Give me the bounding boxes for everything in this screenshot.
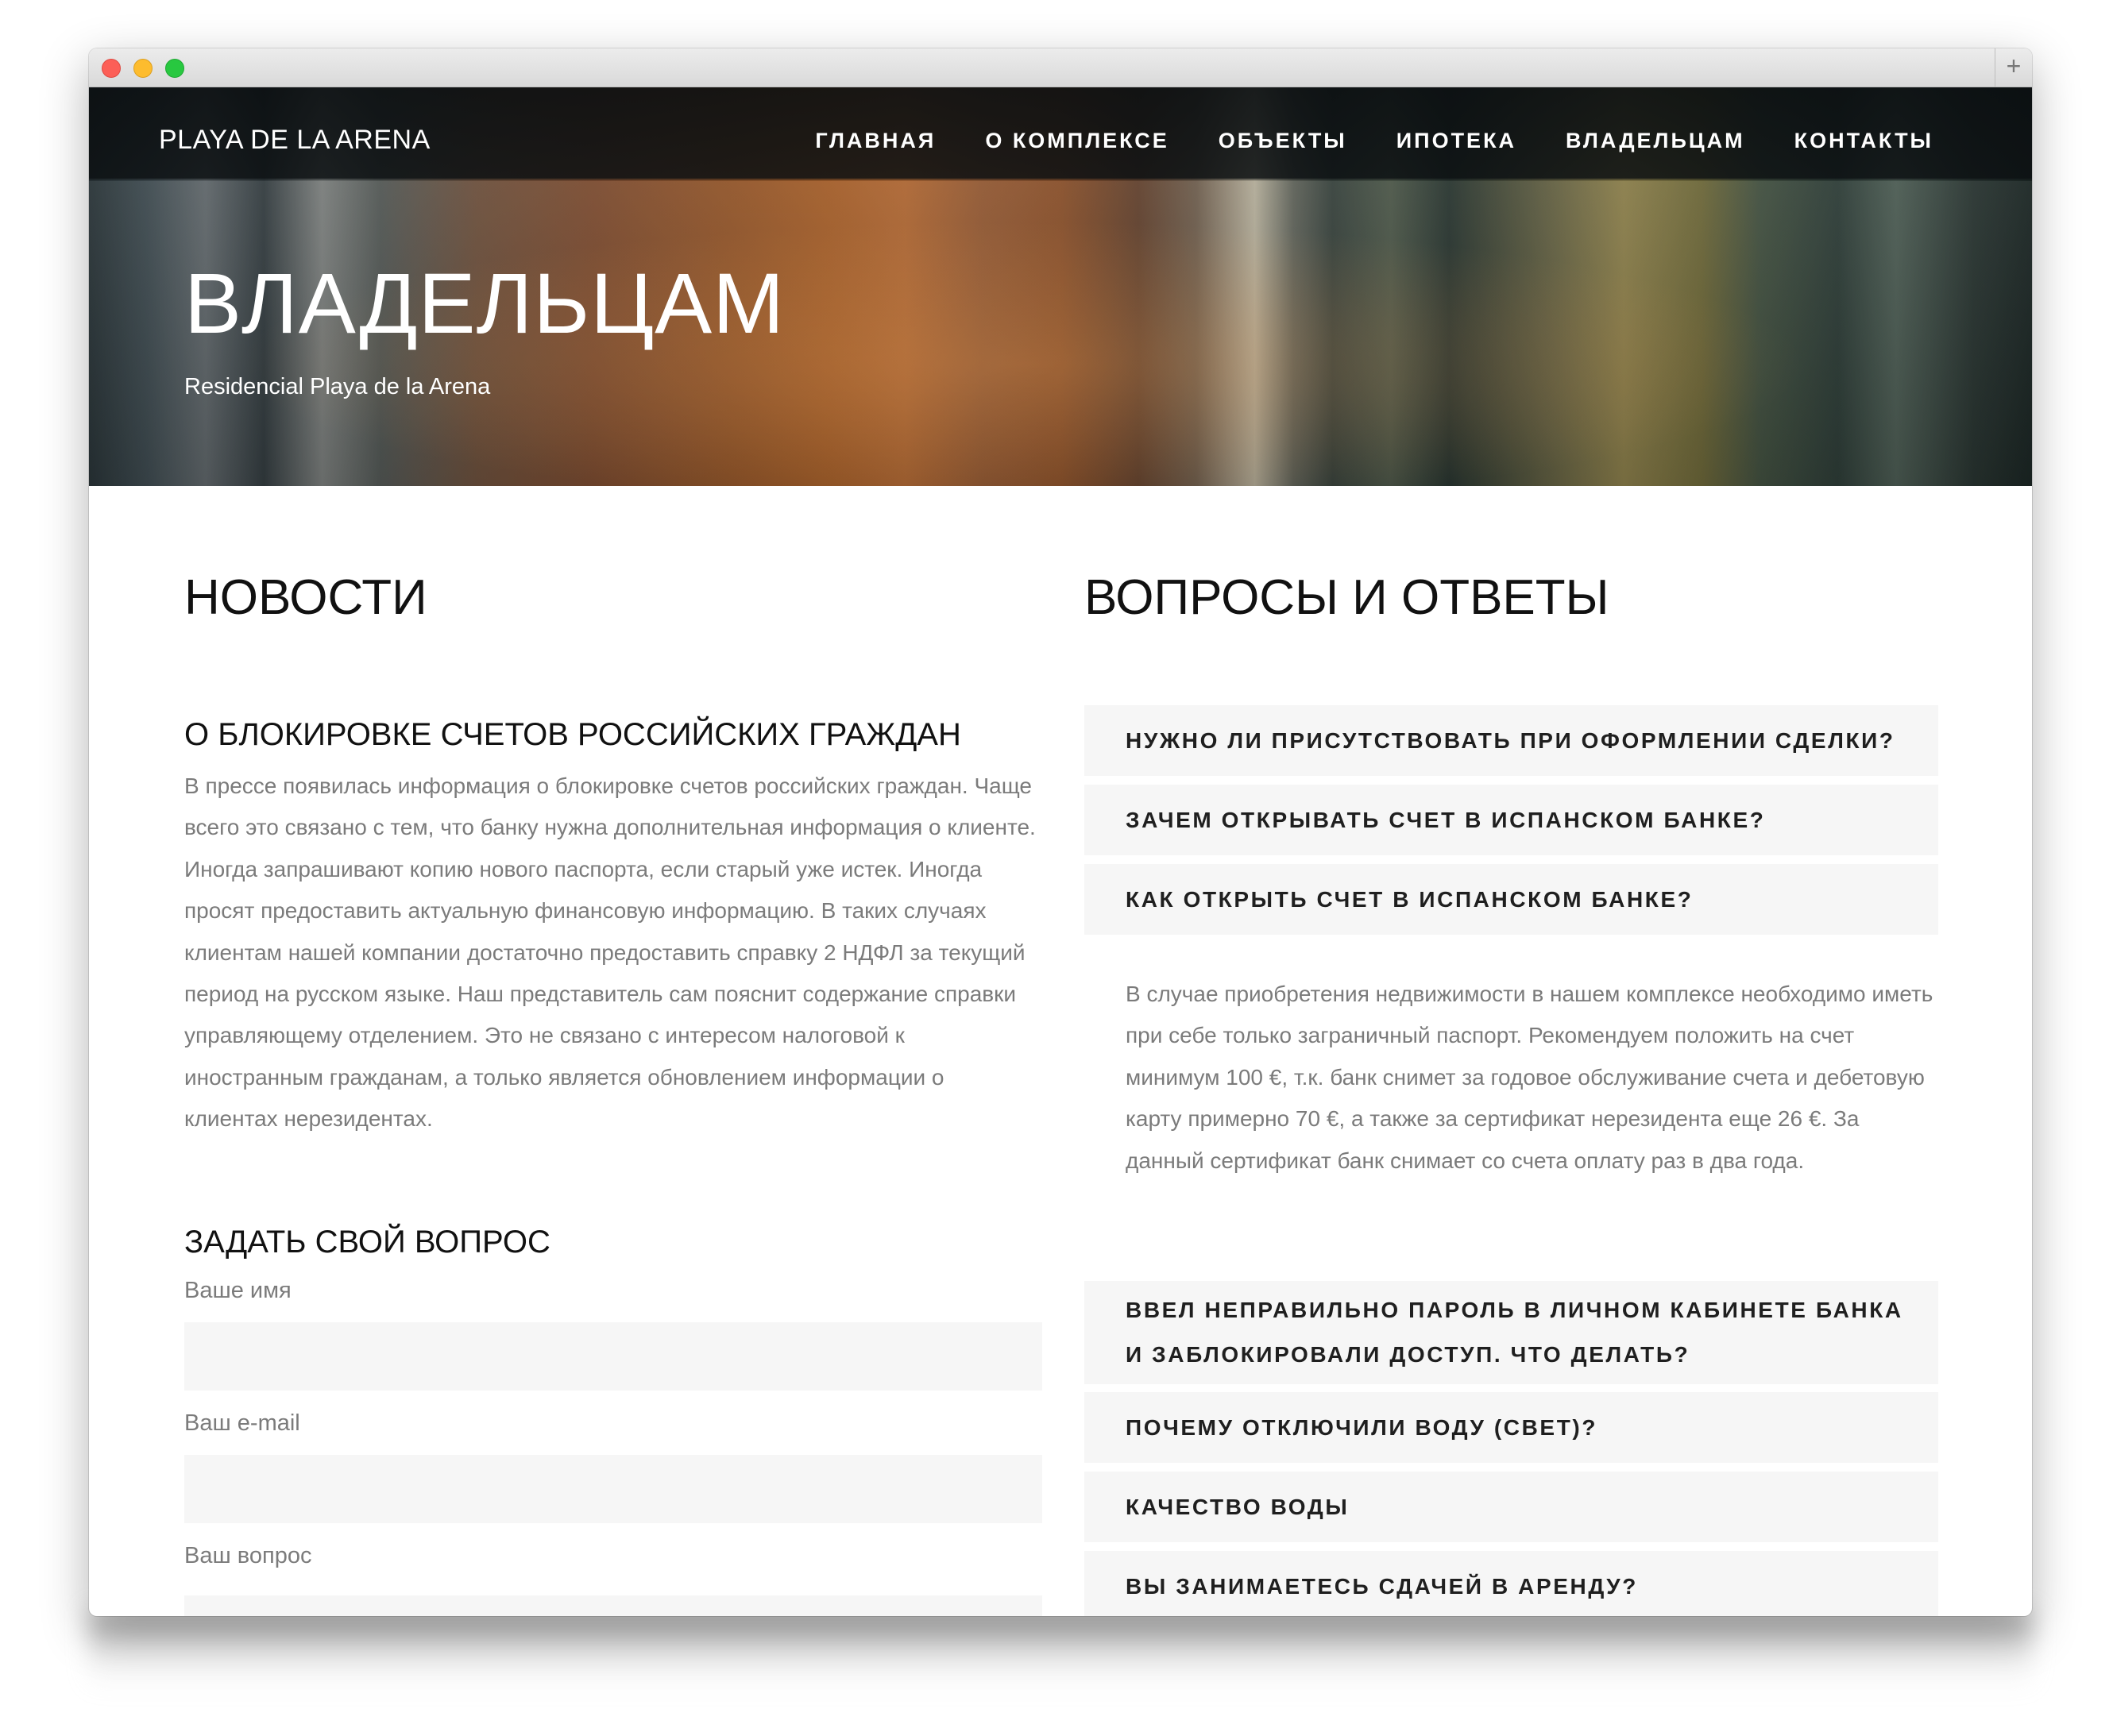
news-article-title[interactable]: О БЛОКИРОВКЕ СЧЕТОВ РОССИЙСКИХ ГРАЖДАН <box>184 717 961 753</box>
faq-section-title: ВОПРОСЫ И ОТВЕТЫ <box>1084 570 1609 625</box>
new-tab-plus-icon[interactable]: + <box>1995 48 2032 87</box>
close-window-icon[interactable] <box>102 59 121 78</box>
nav-item-home[interactable]: ГЛАВНАЯ <box>815 129 936 153</box>
faq-item[interactable]: ВЫ ЗАНИМАЕТЕСЬ СДАЧЕЙ В АРЕНДУ? <box>1084 1551 1938 1616</box>
maximize-window-icon[interactable] <box>165 59 184 78</box>
faq-column: ВОПРОСЫ И ОТВЕТЫ НУЖНО ЛИ ПРИСУТСТВОВАТЬ… <box>1084 569 1938 1616</box>
faq-item[interactable]: КАЧЕСТВО ВОДЫ <box>1084 1472 1938 1542</box>
window-shadow <box>89 1611 2032 1690</box>
page-subtitle: Residencial Playa de la Arena <box>184 374 491 399</box>
main-nav: ГЛАВНАЯ О КОМПЛЕКСЕ ОБЪЕКТЫ ИПОТЕКА ВЛАД… <box>766 129 1933 153</box>
window-titlebar: + <box>89 48 2032 87</box>
nav-item-contacts[interactable]: КОНТАКТЫ <box>1794 129 1933 153</box>
name-label: Ваше имя <box>184 1278 292 1303</box>
question-label: Ваш вопрос <box>184 1543 312 1568</box>
nav-item-objects[interactable]: ОБЪЕКТЫ <box>1219 129 1347 153</box>
minimize-window-icon[interactable] <box>133 59 153 78</box>
nav-item-complex[interactable]: О КОМПЛЕКСЕ <box>985 129 1169 153</box>
faq-answer-text: В случае приобретения недвижимости в наш… <box>1126 982 1933 1173</box>
page-title: ВЛАДЕЛЬЦАМ <box>184 255 786 351</box>
news-section-title: НОВОСТИ <box>184 570 427 625</box>
nav-item-owners[interactable]: ВЛАДЕЛЬЦАМ <box>1566 129 1745 153</box>
faq-question: ВВЕЛ НЕПРАВИЛЬНО ПАРОЛЬ В ЛИЧНОМ КАБИНЕТ… <box>1126 1298 1903 1367</box>
question-textarea[interactable] <box>184 1595 1042 1616</box>
email-label: Ваш e-mail <box>184 1410 300 1436</box>
news-column: НОВОСТИ О БЛОКИРОВКЕ СЧЕТОВ РОССИЙСКИХ Г… <box>184 569 1042 1616</box>
faq-question: ЗАЧЕМ ОТКРЫВАТЬ СЧЕТ В ИСПАНСКОМ БАНКЕ? <box>1126 807 1766 832</box>
faq-question: КАЧЕСТВО ВОДЫ <box>1126 1494 1350 1519</box>
nav-item-mortgage[interactable]: ИПОТЕКА <box>1396 129 1516 153</box>
ask-question-title: ЗАДАТЬ СВОЙ ВОПРОС <box>184 1225 550 1260</box>
news-article-text: В прессе появилась информация о блокиров… <box>184 773 1036 1132</box>
faq-item[interactable]: ВВЕЛ НЕПРАВИЛЬНО ПАРОЛЬ В ЛИЧНОМ КАБИНЕТ… <box>1084 1281 1938 1384</box>
faq-question: НУЖНО ЛИ ПРИСУТСТВОВАТЬ ПРИ ОФОРМЛЕНИИ С… <box>1126 727 1895 753</box>
faq-question: ВЫ ЗАНИМАЕТЕСЬ СДАЧЕЙ В АРЕНДУ? <box>1126 1573 1638 1599</box>
faq-item[interactable]: ЗАЧЕМ ОТКРЫВАТЬ СЧЕТ В ИСПАНСКОМ БАНКЕ? <box>1084 785 1938 855</box>
browser-window: + PLAYA DE LA ARENA ГЛАВНАЯ О КОМПЛЕКСЕ … <box>89 48 2032 1616</box>
email-input[interactable] <box>184 1455 1042 1523</box>
name-input[interactable] <box>184 1322 1042 1391</box>
faq-item[interactable]: ПОЧЕМУ ОТКЛЮЧИЛИ ВОДУ (СВЕТ)? <box>1084 1392 1938 1463</box>
faq-question: КАК ОТКРЫТЬ СЧЕТ В ИСПАНСКОМ БАНКЕ? <box>1126 886 1694 912</box>
site-logo[interactable]: PLAYA DE LA ARENA <box>159 125 431 156</box>
faq-item-open[interactable]: КАК ОТКРЫТЬ СЧЕТ В ИСПАНСКОМ БАНКЕ? <box>1084 864 1938 935</box>
faq-item[interactable]: НУЖНО ЛИ ПРИСУТСТВОВАТЬ ПРИ ОФОРМЛЕНИИ С… <box>1084 705 1938 776</box>
faq-question: ПОЧЕМУ ОТКЛЮЧИЛИ ВОДУ (СВЕТ)? <box>1126 1414 1598 1440</box>
